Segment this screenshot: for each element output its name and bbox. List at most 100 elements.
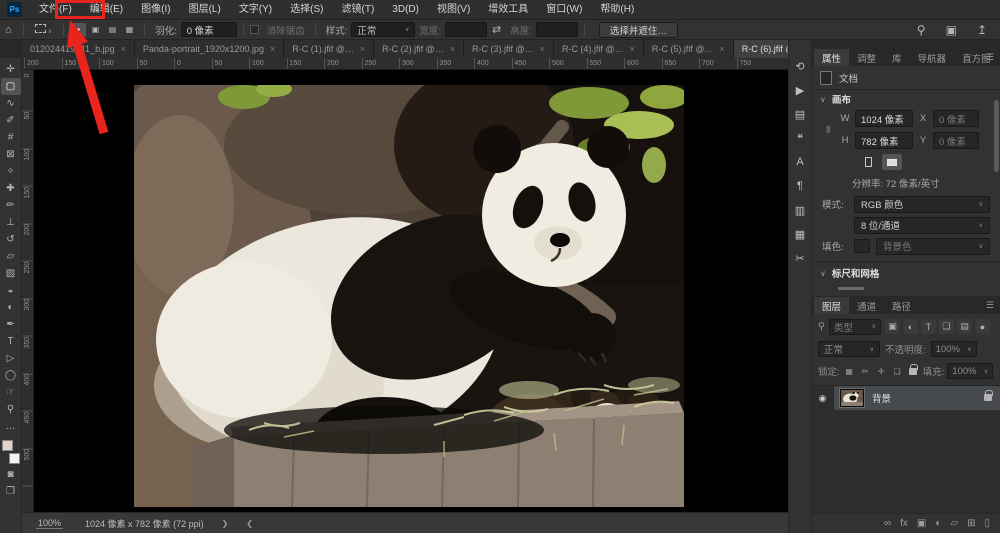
canvas-height-field[interactable]: 782 像素 <box>855 132 913 149</box>
fill-select[interactable]: 背景色∨ <box>876 238 990 255</box>
color-mode-select[interactable]: RGB 颜色∨ <box>854 196 990 213</box>
document-tab[interactable]: R-C (5).jfif @… × <box>644 40 734 58</box>
vertical-ruler[interactable]: 050100150200250300350400450500 <box>22 70 34 512</box>
lock-all-icon[interactable] <box>907 365 920 378</box>
blur-tool[interactable]: ◒ <box>1 282 21 299</box>
panel-tab[interactable]: 库 <box>884 49 910 66</box>
status-collapse-icon[interactable]: ❮ <box>246 519 253 528</box>
frame-tool[interactable]: ⊠ <box>1 146 21 163</box>
clone-stamp-tool[interactable]: ⊥ <box>1 214 21 231</box>
subtract-selection-mode-icon[interactable]: ▤ <box>105 23 120 37</box>
canvas-x-field[interactable]: 0 像素 <box>933 110 979 127</box>
lock-transparent-icon[interactable]: ▦ <box>843 365 856 378</box>
paragraph-icon[interactable]: ¶ <box>790 176 810 196</box>
menu-item[interactable]: 视图(V) <box>428 0 479 20</box>
document-tab[interactable]: 012024419541_b.jpg × <box>22 40 135 58</box>
menu-item[interactable]: 增效工具 <box>479 0 537 20</box>
antialias-checkbox[interactable] <box>250 25 259 34</box>
healing-brush-tool[interactable]: ✚ <box>1 180 21 197</box>
home-icon[interactable]: ⌂ <box>0 24 17 36</box>
share-icon[interactable]: ↥ <box>972 23 992 37</box>
move-tool[interactable]: ✛ <box>1 61 21 78</box>
horizontal-ruler[interactable]: 2001501005005010015020025030035040045050… <box>22 58 788 70</box>
filter-kind-select[interactable]: 类型∨ <box>829 319 881 335</box>
panel-tab[interactable]: 调整 <box>849 49 884 66</box>
style-select[interactable]: 正常∨ <box>351 22 415 37</box>
filter-smart-object-icon[interactable]: ▤ <box>957 319 972 334</box>
close-icon[interactable]: × <box>450 44 455 54</box>
zoom-level-field[interactable]: 100% <box>36 518 63 529</box>
history-icon[interactable]: ⟲ <box>790 56 810 76</box>
rulers-grid-section-header[interactable]: ∨ 标尺和网格 <box>812 264 1000 282</box>
portrait-orientation-button[interactable] <box>858 154 878 170</box>
menu-item[interactable]: 3D(D) <box>383 0 428 20</box>
add-selection-mode-icon[interactable]: ▣ <box>88 23 103 37</box>
menu-item[interactable]: 图像(I) <box>132 0 179 20</box>
panel-menu-icon[interactable]: ☰ <box>986 52 994 63</box>
fill-opacity-select[interactable]: 100%∨ <box>947 363 993 379</box>
filter-pixel-icon[interactable]: ▣ <box>885 319 900 334</box>
lasso-tool[interactable]: ∿ <box>1 95 21 112</box>
delete-layer-icon[interactable]: ▯ <box>984 518 990 529</box>
feather-input[interactable]: 0 像素 <box>181 22 237 37</box>
panel-tab[interactable]: 导航器 <box>910 49 955 66</box>
dodge-tool[interactable]: ◐ <box>1 299 21 316</box>
history-brush-tool[interactable]: ↺ <box>1 231 21 248</box>
filter-type-icon[interactable]: T <box>921 319 936 334</box>
document-tab[interactable]: R-C (2).jfif @… × <box>374 40 464 58</box>
close-icon[interactable]: × <box>540 44 545 54</box>
document-tab[interactable]: Panda-portrait_1920x1200.jpg × <box>135 40 284 58</box>
opacity-select[interactable]: 100%∨ <box>931 341 977 357</box>
menu-item[interactable]: 文字(Y) <box>230 0 281 20</box>
zoom-tool[interactable]: ⚲ <box>1 401 21 418</box>
canvas-y-field[interactable]: 0 像素 <box>933 132 979 149</box>
quick-selection-tool[interactable]: ✐ <box>1 112 21 129</box>
search-icon[interactable]: ⚲ <box>912 23 931 37</box>
screen-mode-button[interactable]: ❐ <box>1 483 21 500</box>
intersect-selection-mode-icon[interactable]: ▦ <box>122 23 137 37</box>
menu-item[interactable]: 窗口(W) <box>537 0 591 20</box>
document-tab[interactable]: R-C (4).jfif @… × <box>554 40 644 58</box>
document-canvas[interactable] <box>34 70 788 512</box>
marquee-tool[interactable]: ▢ <box>1 78 21 95</box>
eraser-tool[interactable]: ▱ <box>1 248 21 265</box>
path-selection-tool[interactable]: ▷ <box>1 350 21 367</box>
panel-tab[interactable]: 图层 <box>814 297 849 314</box>
lock-paint-icon[interactable]: ✏ <box>859 365 872 378</box>
canvas-section-header[interactable]: ∨ 画布 <box>812 90 1000 108</box>
adjustment-layer-icon[interactable]: ◐ <box>935 518 941 529</box>
actions-icon[interactable]: ▶ <box>790 80 810 100</box>
landscape-orientation-button[interactable] <box>882 154 902 170</box>
panel-scrollbar[interactable] <box>994 100 999 172</box>
background-color-swatch[interactable] <box>9 453 20 464</box>
panel-tab[interactable]: 路径 <box>884 297 919 314</box>
document-tab[interactable]: R-C (3).jfif @… × <box>464 40 554 58</box>
link-layers-icon[interactable]: ∞ <box>884 518 891 529</box>
fill-color-swatch[interactable] <box>854 239 870 253</box>
link-dimensions-icon[interactable]: ∞ <box>809 124 848 136</box>
panel-tab[interactable]: 通道 <box>849 297 884 314</box>
new-layer-icon[interactable]: ⊞ <box>967 518 975 529</box>
lock-artboard-icon[interactable]: ❏ <box>891 365 904 378</box>
menu-item[interactable]: 滤镜(T) <box>333 0 384 20</box>
foreground-color-swatch[interactable] <box>2 440 13 451</box>
photoshop-logo-icon[interactable]: Ps <box>7 2 22 17</box>
workspace-switcher-icon[interactable]: ▣ <box>941 23 962 37</box>
marquee-tool-preset-icon[interactable]: ∨ <box>30 24 57 36</box>
swap-dimensions-icon[interactable]: ⇄ <box>487 23 506 36</box>
type-tool[interactable]: T <box>1 333 21 350</box>
menu-item[interactable]: 选择(S) <box>281 0 332 20</box>
hand-tool[interactable]: ☞ <box>1 384 21 401</box>
new-selection-mode-icon[interactable]: ▪ <box>71 23 86 37</box>
shape-tool[interactable]: ◯ <box>1 367 21 384</box>
width-input[interactable] <box>445 22 487 37</box>
brush-tool[interactable]: ✏ <box>1 197 21 214</box>
lock-move-icon[interactable]: ✛ <box>875 365 888 378</box>
quick-mask-button[interactable]: ◙ <box>1 466 21 483</box>
status-expand-icon[interactable]: ❯ <box>222 519 229 528</box>
pen-tool[interactable]: ✒ <box>1 316 21 333</box>
layer-visibility-eye-icon[interactable]: ◉ <box>812 386 834 410</box>
layer-group-icon[interactable]: ▱ <box>950 518 958 529</box>
notes-icon[interactable]: ▦ <box>790 224 810 244</box>
panel-tab[interactable]: 属性 <box>814 49 849 66</box>
